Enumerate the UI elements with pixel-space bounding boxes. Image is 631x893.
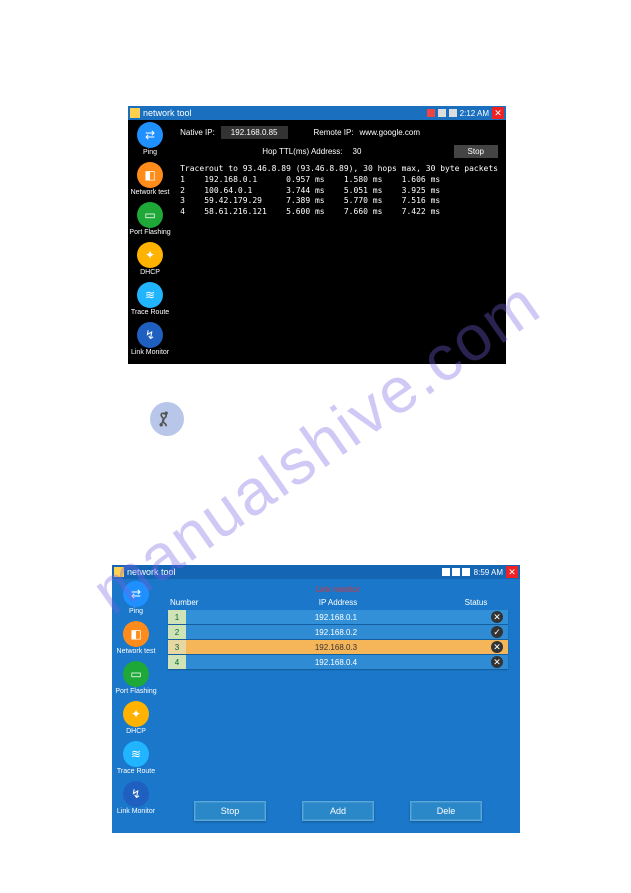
- nav-icon: ▭: [123, 661, 149, 687]
- button-row: Stop Add Dele: [168, 795, 508, 825]
- native-ip-label: Native IP:: [180, 128, 215, 137]
- nav-label: Port Flashing: [115, 688, 156, 695]
- status-icon: ✕: [491, 656, 503, 668]
- main-panel: Link monitor Number IP Address Status 11…: [160, 579, 520, 833]
- sidebar-item-network-test[interactable]: ◧Network test: [117, 621, 156, 655]
- dele-button[interactable]: Dele: [410, 801, 482, 821]
- header-status: Status: [446, 598, 506, 607]
- cell-status: ✕: [486, 611, 508, 623]
- window-title: network tool: [143, 108, 427, 118]
- cell-status: ✓: [486, 626, 508, 638]
- app-icon: [130, 108, 140, 118]
- app-icon: [114, 567, 124, 577]
- close-icon[interactable]: ✕: [506, 566, 518, 578]
- nav-label: Trace Route: [117, 768, 155, 775]
- window-title: network tool: [127, 567, 441, 577]
- table-body: 1192.168.0.1✕2192.168.0.2✓3192.168.0.3✕4…: [168, 610, 508, 670]
- cell-ip: 192.168.0.1: [186, 613, 486, 622]
- main-panel: Native IP: 192.168.0.85 Remote IP: www.g…: [172, 120, 506, 364]
- sd-icon: [427, 109, 435, 117]
- hop-label: Hop TTL(ms) Address:: [262, 147, 342, 156]
- remote-ip-label: Remote IP:: [314, 128, 354, 137]
- add-button[interactable]: Add: [302, 801, 374, 821]
- cell-status: ✕: [486, 641, 508, 653]
- trace-output: Tracerout to 93.46.8.89 (93.46.8.89), 30…: [180, 164, 498, 218]
- header-ip: IP Address: [230, 598, 446, 607]
- nav-label: Network test: [131, 189, 170, 196]
- nav-icon: ◧: [137, 162, 163, 188]
- cell-ip: 192.168.0.2: [186, 628, 486, 637]
- battery-icon: [462, 568, 470, 576]
- sidebar-item-trace-route[interactable]: ≋Trace Route: [131, 282, 169, 316]
- status-icon: ✕: [491, 641, 503, 653]
- status-tray: [427, 109, 457, 117]
- clock: 8:59 AM: [474, 568, 503, 577]
- nav-icon: ⇄: [137, 122, 163, 148]
- table-row[interactable]: 4192.168.0.4 ✕: [168, 655, 508, 669]
- sidebar-item-port-flashing[interactable]: ▭Port Flashing: [115, 661, 156, 695]
- cell-status: ✕: [486, 656, 508, 668]
- nav-icon: ◧: [123, 621, 149, 647]
- wifi-icon: [452, 568, 460, 576]
- nav-label: Trace Route: [131, 309, 169, 316]
- nav-icon: ✦: [137, 242, 163, 268]
- stop-button[interactable]: Stop: [454, 145, 498, 158]
- sidebar: ⇄Ping ◧Network test ▭Port Flashing ✦DHCP ≋Tr…: [112, 579, 160, 833]
- route-icon: [150, 402, 184, 436]
- clock: 2:12 AM: [460, 109, 489, 118]
- wifi-icon: [438, 109, 446, 117]
- sd-icon: [442, 568, 450, 576]
- sidebar-item-link-monitor[interactable]: ↯Link Monitor: [117, 781, 155, 815]
- titlebar: network tool 8:59 AM ✕: [112, 565, 520, 579]
- nav-icon: ▭: [137, 202, 163, 228]
- cell-number: 4: [168, 655, 186, 669]
- stop-button[interactable]: Stop: [194, 801, 266, 821]
- nav-icon: ↯: [137, 322, 163, 348]
- status-icon: ✓: [491, 626, 503, 638]
- cell-number: 2: [168, 625, 186, 639]
- nav-label: Network test: [117, 648, 156, 655]
- nav-label: DHCP: [126, 728, 146, 735]
- table-header: Number IP Address Status: [168, 598, 508, 610]
- nav-icon: ⇄: [123, 581, 149, 607]
- battery-icon: [449, 109, 457, 117]
- cell-ip: 192.168.0.4: [186, 658, 486, 667]
- app-link-monitor: network tool 8:59 AM ✕ ⇄Ping ◧Network tes…: [112, 565, 520, 833]
- app-traceroute: network tool 2:12 AM ✕ ⇄Ping ◧Network tes…: [128, 106, 506, 364]
- sidebar-item-link-monitor[interactable]: ↯Link Monitor: [131, 322, 169, 356]
- hop-value: 30: [353, 147, 362, 156]
- sidebar-item-ping[interactable]: ⇄Ping: [123, 581, 149, 615]
- native-ip-value[interactable]: 192.168.0.85: [221, 126, 288, 139]
- sidebar-item-trace-route[interactable]: ≋Trace Route: [117, 741, 155, 775]
- panel-title: Link monitor: [168, 585, 508, 594]
- header-number: Number: [170, 598, 230, 607]
- nav-label: Link Monitor: [117, 808, 155, 815]
- sidebar-item-network-test[interactable]: ◧Network test: [131, 162, 170, 196]
- sidebar-item-dhcp[interactable]: ✦DHCP: [137, 242, 163, 276]
- nav-label: Ping: [143, 149, 157, 156]
- sidebar-item-port-flashing[interactable]: ▭Port Flashing: [129, 202, 170, 236]
- cell-ip: 192.168.0.3: [186, 643, 486, 652]
- cell-number: 1: [168, 610, 186, 624]
- status-icon: ✕: [491, 611, 503, 623]
- table-row[interactable]: 1192.168.0.1 ✕: [168, 610, 508, 624]
- nav-label: Port Flashing: [129, 229, 170, 236]
- nav-icon: ↯: [123, 781, 149, 807]
- nav-icon: ≋: [123, 741, 149, 767]
- cell-number: 3: [168, 640, 186, 654]
- nav-label: Ping: [129, 608, 143, 615]
- nav-label: Link Monitor: [131, 349, 169, 356]
- sidebar-item-ping[interactable]: ⇄Ping: [137, 122, 163, 156]
- close-icon[interactable]: ✕: [492, 107, 504, 119]
- nav-label: DHCP: [140, 269, 160, 276]
- table-row[interactable]: 2192.168.0.2 ✓: [168, 625, 508, 639]
- titlebar: network tool 2:12 AM ✕: [128, 106, 506, 120]
- sidebar: ⇄Ping ◧Network test ▭Port Flashing ✦DHCP ≋Tr…: [128, 120, 172, 364]
- table-row[interactable]: 3192.168.0.3 ✕: [168, 640, 508, 654]
- remote-ip-value[interactable]: www.google.com: [360, 128, 420, 137]
- sidebar-item-dhcp[interactable]: ✦DHCP: [123, 701, 149, 735]
- nav-icon: ✦: [123, 701, 149, 727]
- nav-icon: ≋: [137, 282, 163, 308]
